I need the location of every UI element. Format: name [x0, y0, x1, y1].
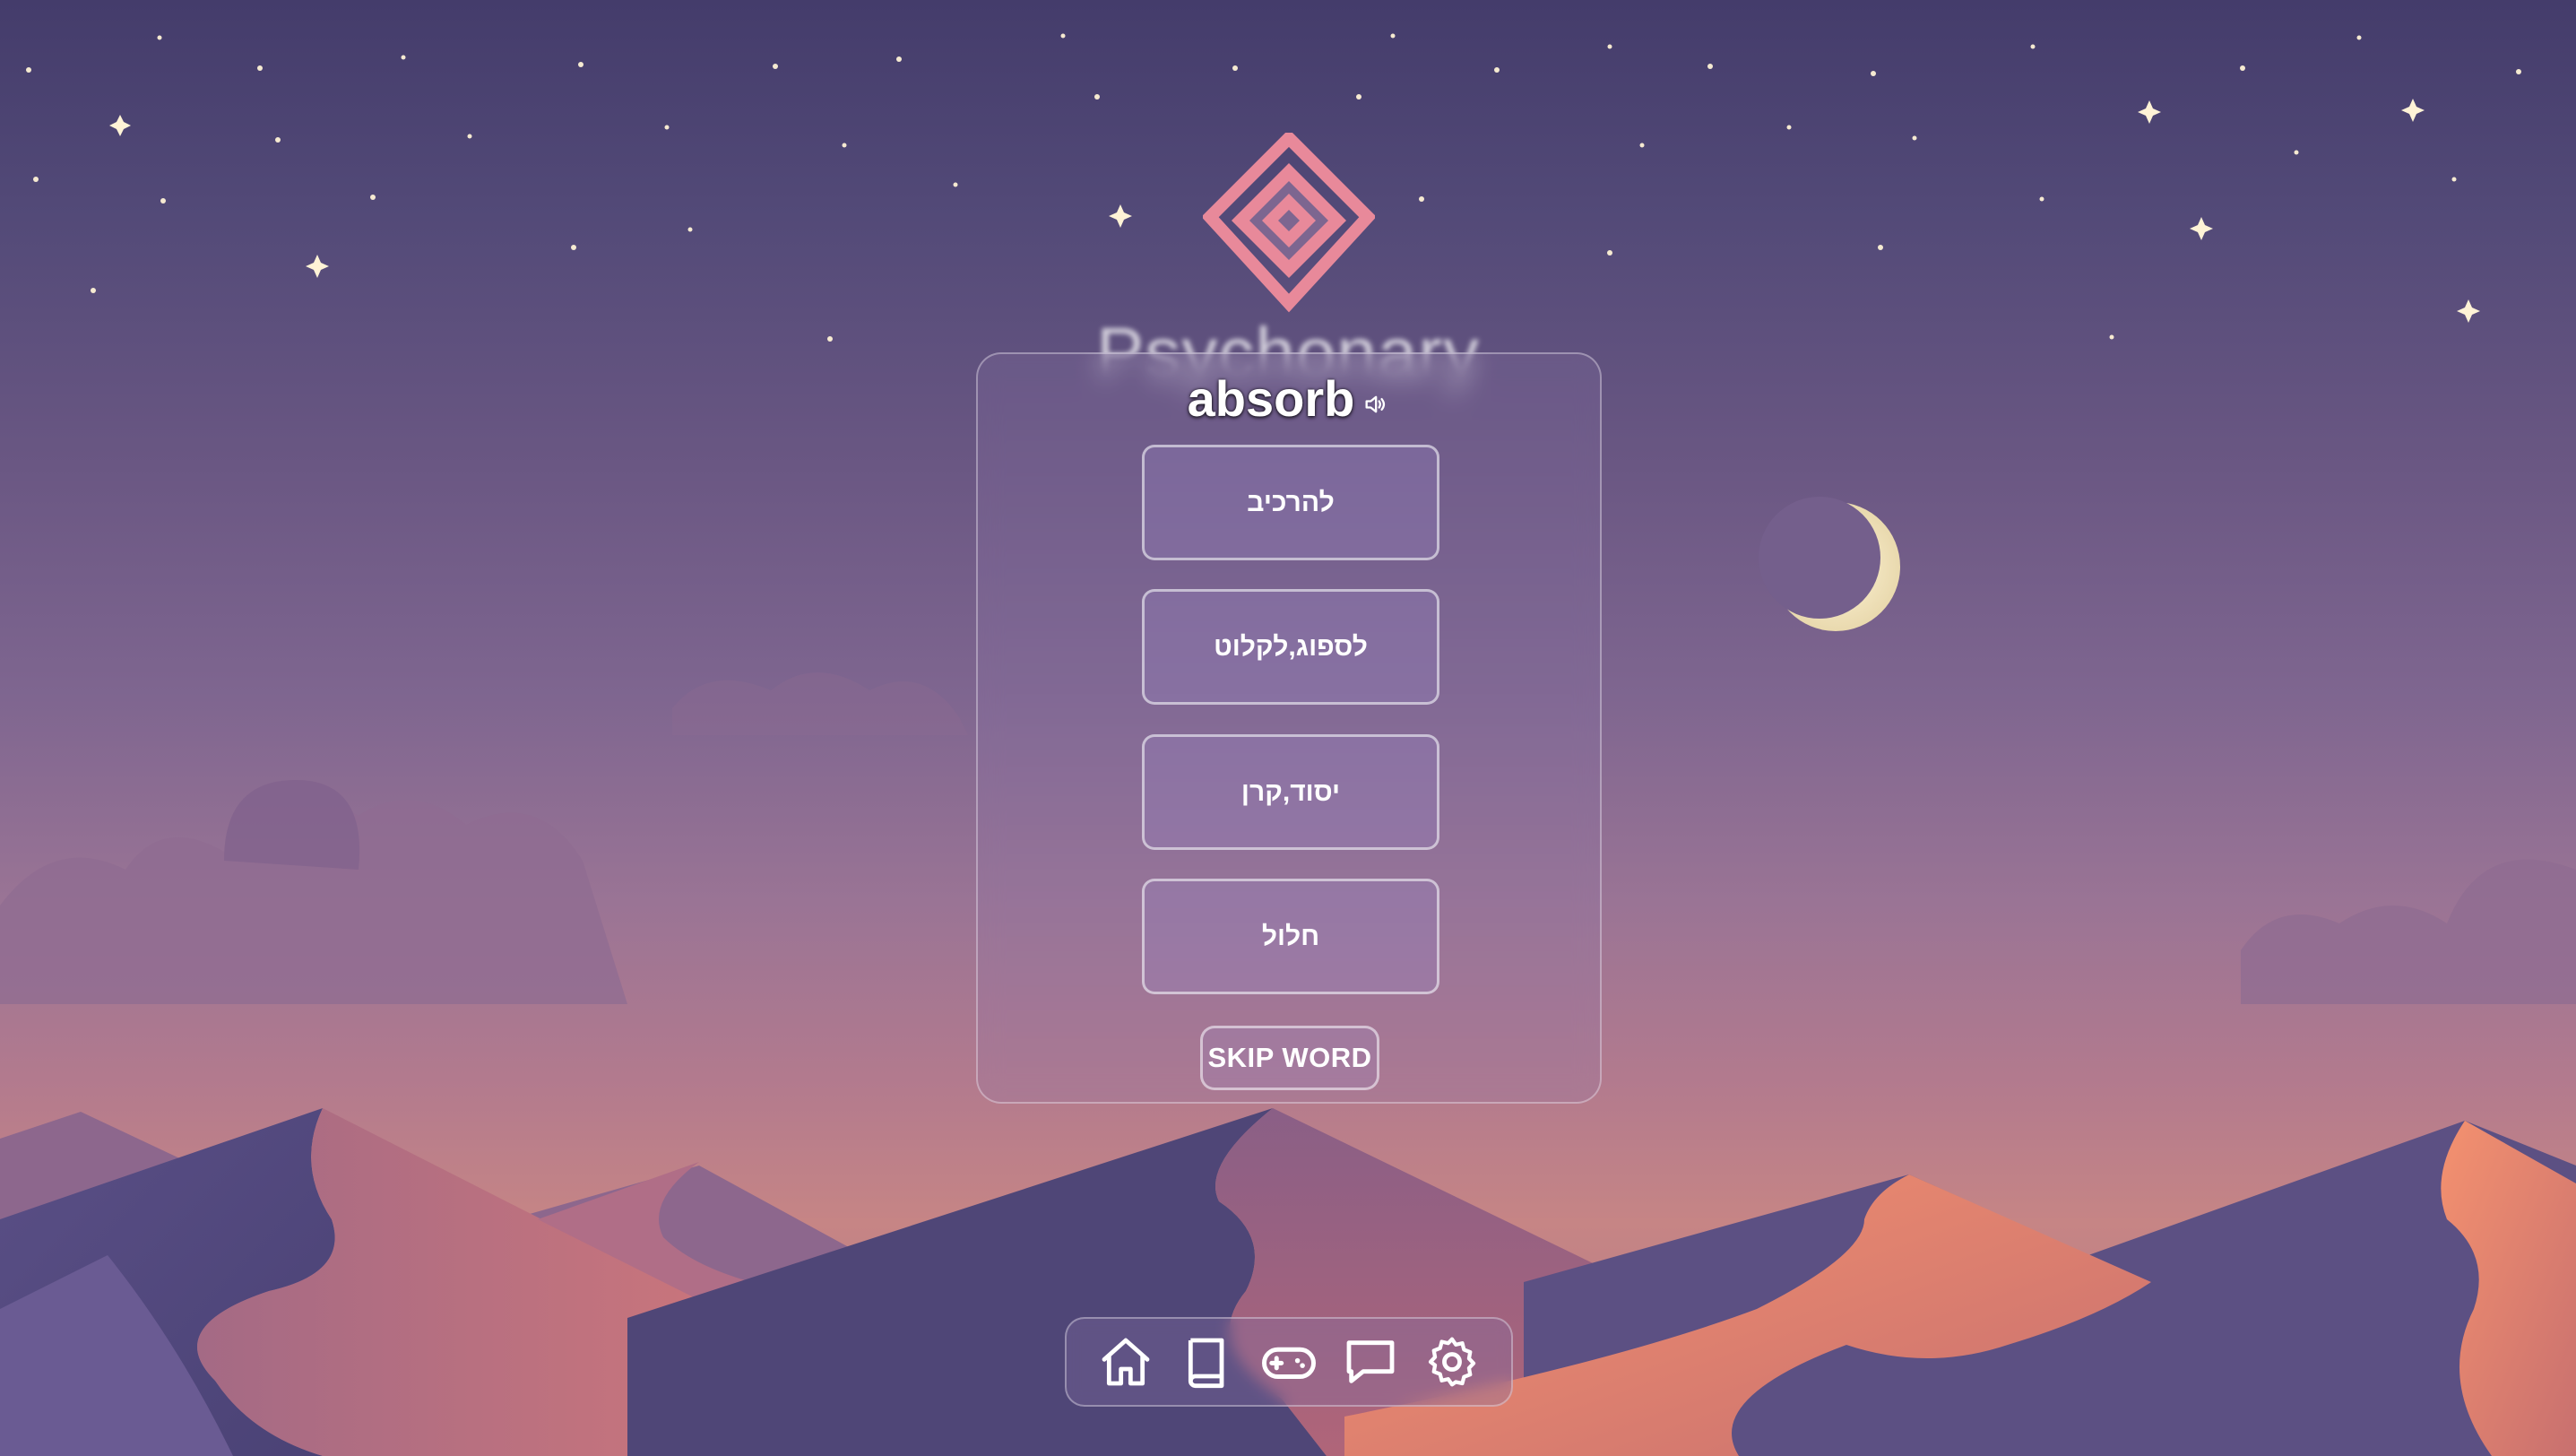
diamond-logo-icon	[1201, 129, 1377, 313]
speaker-icon	[1365, 395, 1386, 413]
chat-icon	[1346, 1340, 1395, 1383]
home-icon	[1102, 1338, 1149, 1386]
nav-games[interactable]	[1255, 1328, 1323, 1396]
moon	[1759, 497, 1900, 631]
nav-home[interactable]	[1092, 1328, 1160, 1396]
settings-icon	[1429, 1337, 1476, 1387]
nav-chat[interactable]	[1336, 1328, 1405, 1396]
quiz-card: absorb להרכיב לספוג,לקלוט יסוד,קרן חלול …	[976, 352, 1602, 1104]
skip-word-button[interactable]: SKIP WORD	[1200, 1026, 1379, 1090]
nav-dictionary[interactable]	[1173, 1328, 1241, 1396]
pronounce-button[interactable]	[1360, 389, 1390, 420]
word-header: absorb	[978, 374, 1600, 424]
answer-option-3[interactable]: יסוד,קרן	[1142, 734, 1439, 850]
app-logo	[1201, 129, 1377, 316]
gamepad-icon	[1261, 1347, 1316, 1379]
app-scene: Psychonary absorb להרכיב לספוג,לקלוט יסו…	[0, 0, 2576, 1456]
nav-settings[interactable]	[1418, 1328, 1486, 1396]
bottom-nav	[1065, 1317, 1513, 1407]
quiz-word: absorb	[1187, 370, 1355, 427]
answer-option-1[interactable]: להרכיב	[1142, 445, 1439, 560]
book-icon	[1188, 1338, 1224, 1389]
answer-option-2[interactable]: לספוג,לקלוט	[1142, 589, 1439, 705]
answer-option-4[interactable]: חלול	[1142, 879, 1439, 994]
